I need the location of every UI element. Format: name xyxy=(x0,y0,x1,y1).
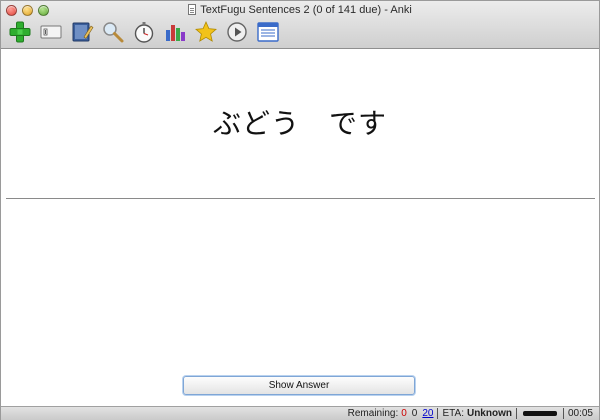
add-button[interactable] xyxy=(7,19,33,45)
question-text: ぶどう です xyxy=(212,107,387,140)
review-count[interactable]: 20 xyxy=(422,408,433,419)
status-bar: Remaining: 0 0 20 ETA: Unknown 00:05 xyxy=(1,406,599,420)
timer-icon xyxy=(134,22,154,43)
play-icon xyxy=(227,22,247,42)
favorite-button[interactable] xyxy=(193,19,219,45)
card-info-button[interactable] xyxy=(255,19,281,45)
progress-bar xyxy=(522,411,557,416)
statistics-button[interactable] xyxy=(162,19,188,45)
statistics-icon xyxy=(166,25,185,41)
document-icon xyxy=(188,4,197,15)
title-toolbar: TextFugu Sentences 2 (0 of 141 due) - An… xyxy=(1,1,599,49)
status-separator xyxy=(562,408,564,419)
star-icon xyxy=(195,21,217,42)
toolbar xyxy=(7,19,281,45)
edit-icon xyxy=(72,22,94,42)
replay-button[interactable] xyxy=(224,19,250,45)
browse-icon xyxy=(40,25,62,39)
eta-label: ETA: xyxy=(442,408,464,419)
new-count: 0 xyxy=(401,408,407,419)
browse-button[interactable] xyxy=(38,19,64,45)
edit-button[interactable] xyxy=(69,19,95,45)
question-divider xyxy=(6,198,595,199)
timer-button[interactable] xyxy=(131,19,157,45)
remaining-label: Remaining: xyxy=(347,408,399,419)
status-separator xyxy=(437,408,439,419)
search-button[interactable] xyxy=(100,19,126,45)
window-title: TextFugu Sentences 2 (0 of 141 due) - An… xyxy=(1,2,599,18)
add-icon xyxy=(9,21,31,43)
status-separator xyxy=(515,408,517,419)
show-answer-button[interactable]: Show Answer xyxy=(183,376,415,395)
window-title-text: TextFugu Sentences 2 (0 of 141 due) - An… xyxy=(200,4,412,16)
eta-value: Unknown xyxy=(466,408,512,419)
anki-window: TextFugu Sentences 2 (0 of 141 due) - An… xyxy=(0,0,600,420)
list-icon xyxy=(257,22,279,42)
search-icon xyxy=(103,22,124,43)
session-time: 00:05 xyxy=(567,408,593,419)
card-view: ぶどう です Show Answer xyxy=(1,50,599,406)
learning-count: 0 xyxy=(411,408,418,419)
